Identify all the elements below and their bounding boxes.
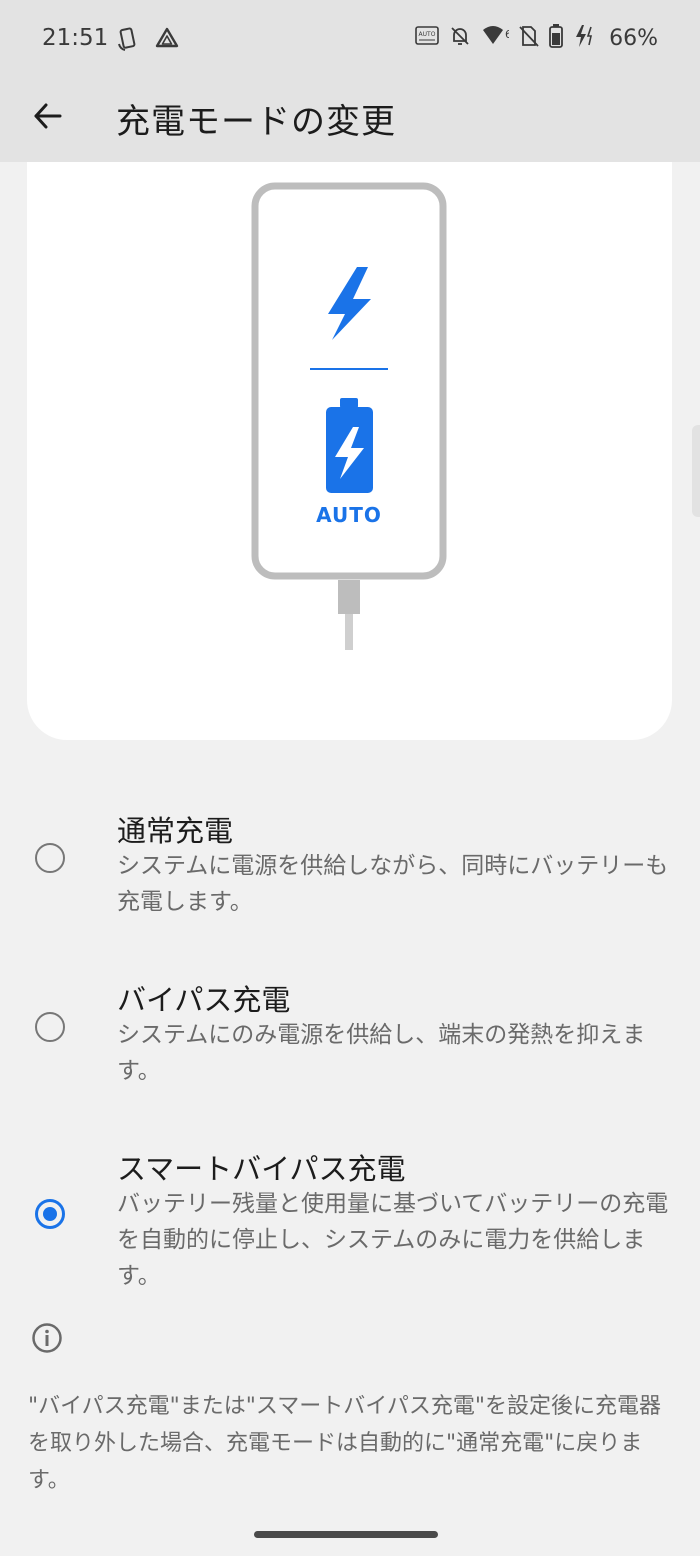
battery-icon xyxy=(549,24,563,52)
radio-smart-bypass-charge[interactable] xyxy=(35,1199,65,1229)
edge-panel-handle[interactable] xyxy=(692,425,700,517)
app-bar: 充電モードの変更 xyxy=(0,78,700,162)
cable-wire xyxy=(345,614,353,650)
option-description: システムに電源を供給しながら、同時にバッテリーも充電します。 xyxy=(117,853,669,915)
page-title: 充電モードの変更 xyxy=(116,102,396,142)
radio-normal-charge[interactable] xyxy=(35,843,65,873)
bell-off-icon xyxy=(449,25,471,51)
info-icon xyxy=(31,1322,63,1354)
option-title: バイパス充電 xyxy=(117,983,291,1017)
battery-cap xyxy=(340,398,358,408)
status-icons: AUTO 6 66% xyxy=(415,24,658,52)
gesture-nav-bar[interactable] xyxy=(254,1531,438,1538)
cable-plug xyxy=(338,580,360,614)
option-description: システムにのみ電源を供給し、端末の発熱を抑えます。 xyxy=(117,1022,646,1084)
screen-rotate-icon xyxy=(116,26,140,56)
option-title: 通常充電 xyxy=(117,814,234,848)
status-time: 21:51 xyxy=(42,25,109,51)
option-description: バッテリー残量と使用量に基づいてバッテリーの充電を自動的に停止し、システムのみに… xyxy=(117,1191,669,1289)
option-title: スマートバイパス充電 xyxy=(117,1152,406,1186)
charging-illustration: AUTO xyxy=(251,182,447,650)
radio-bypass-charge[interactable] xyxy=(35,1012,65,1042)
wifi-icon: 6 xyxy=(481,24,512,52)
info-note: "バイパス充電"または"スマートバイパス充電"を設定後に充電器を取り外した場合、… xyxy=(28,1394,661,1493)
no-sim-icon xyxy=(519,25,539,51)
charging-icon xyxy=(573,24,595,52)
auto-hz-label: AUTO xyxy=(419,31,436,38)
wifi-badge: 6 xyxy=(505,28,509,41)
status-bar: 21:51 AUTO 6 66% xyxy=(0,0,700,78)
arrow-back-icon[interactable] xyxy=(32,100,64,132)
drive-icon xyxy=(154,26,180,54)
illustration-card: AUTO xyxy=(27,162,672,740)
battery-percent: 66% xyxy=(609,25,658,51)
auto-hz-icon: AUTO xyxy=(415,25,439,51)
lightning-icon xyxy=(328,267,371,340)
battery-auto-label: AUTO xyxy=(316,503,382,527)
